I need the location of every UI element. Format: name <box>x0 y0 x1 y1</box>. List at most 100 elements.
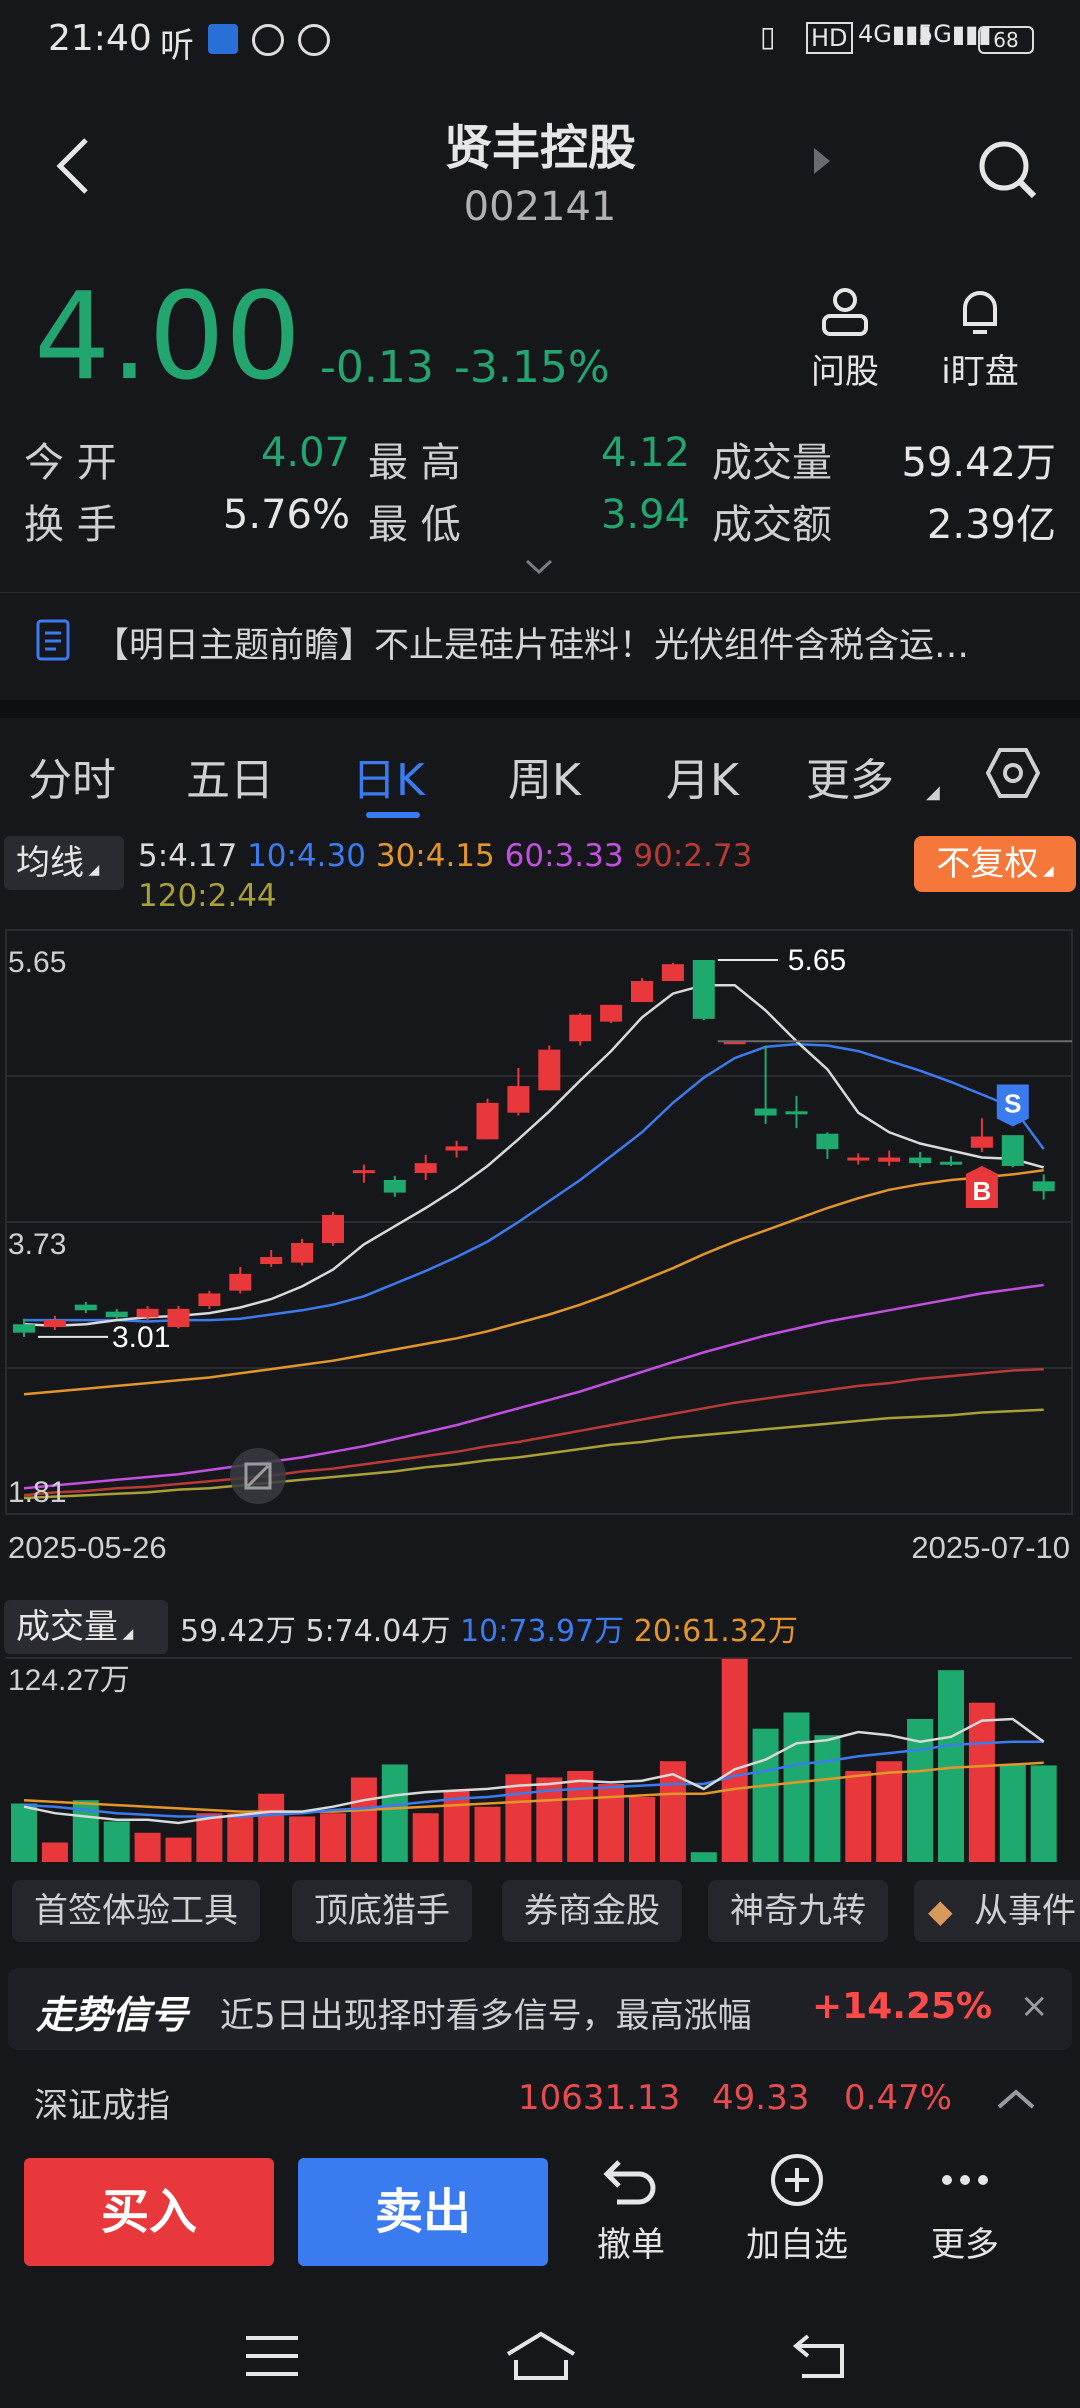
app-notification-icon <box>208 24 238 54</box>
candle <box>352 1164 375 1183</box>
volume-bar <box>227 1813 254 1862</box>
signal-gain: +14.25% <box>812 1986 993 2027</box>
kline-chart[interactable]: 5.65 3.01 B S 5.65 3.73 1.81 2025-05-26 202… <box>0 830 1080 1590</box>
candle-body <box>661 964 684 982</box>
candle-body <box>13 1324 35 1333</box>
index-pct: 0.47% <box>844 2078 953 2118</box>
candle <box>414 1154 437 1180</box>
volume-bar <box>474 1806 501 1862</box>
candle <box>74 1301 97 1314</box>
chip-event[interactable]: ◆ 从事件 <box>914 1880 1080 1942</box>
watch-button[interactable]: i盯盘 <box>930 286 1030 393</box>
volume-max-label: 124.27万 <box>8 1664 130 1697</box>
volume-bar <box>999 1764 1026 1862</box>
volume-bar <box>721 1658 748 1862</box>
x-axis-start-date: 2025-05-26 <box>8 1530 167 1565</box>
stock-name: 贤丰控股 <box>443 120 636 176</box>
trend-signal-bar[interactable]: 走势信号 近5日出现择时看多信号，最高涨幅 +14.25% × <box>8 1968 1072 2050</box>
ask-stock-label: 问股 <box>811 352 879 392</box>
volume-bar <box>165 1837 192 1862</box>
volume-chart[interactable]: 124.27万 <box>0 1654 1080 1862</box>
volume-panel: 成交量 ◢ 59.42万 5:74.04万 10:73.97万 20:61.32… <box>0 1592 1080 1862</box>
add-watchlist-button[interactable]: 加自选 <box>732 2152 862 2266</box>
tab-more[interactable]: 更多 <box>806 744 894 808</box>
stat-turnover-label: 换 手 <box>24 502 117 548</box>
volume-caret-icon: ◢ <box>118 1626 134 1642</box>
index-name: 深证成指 <box>34 2086 170 2126</box>
draw-tool-icon[interactable] <box>230 1448 286 1504</box>
current-price: 4.00 <box>34 268 302 407</box>
candle-body <box>383 1179 406 1193</box>
home-icon[interactable] <box>504 2330 578 2382</box>
candle-body <box>291 1243 314 1263</box>
collapse-chevron-icon[interactable] <box>996 2088 1036 2110</box>
candle-body <box>167 1308 190 1328</box>
more-actions-button[interactable]: 更多 <box>900 2152 1030 2266</box>
candle-body <box>260 1257 283 1265</box>
signal-close-icon[interactable]: × <box>1020 1986 1049 2026</box>
chip-first-sign[interactable]: 首签体验工具 <box>12 1880 260 1942</box>
volume-selector[interactable]: 成交量 ◢ <box>4 1600 168 1654</box>
low-marker-label: 3.01 <box>112 1321 170 1354</box>
tab-monthly-k[interactable]: 月K <box>666 744 739 808</box>
volume-values-row: 59.42万 5:74.04万 10:73.97万 20:61.32万 <box>180 1606 798 1650</box>
candle-body <box>970 1136 993 1148</box>
candle-body <box>445 1146 468 1151</box>
index-change: 49.33 <box>712 2078 810 2118</box>
candle <box>785 1095 808 1129</box>
volume-bar <box>412 1813 439 1862</box>
sell-button[interactable]: 卖出 <box>298 2158 548 2266</box>
tab-weekly-k[interactable]: 周K <box>508 744 581 808</box>
buy-button[interactable]: 买入 <box>24 2158 274 2266</box>
search-icon[interactable] <box>974 136 1040 202</box>
chip-broker-stocks[interactable]: 券商金股 <box>502 1880 682 1942</box>
expand-chevron-icon[interactable] <box>524 558 554 576</box>
candle-body <box>940 1161 962 1165</box>
candle <box>631 978 653 1003</box>
buy-signal-label: B <box>973 1176 992 1206</box>
volume-bar <box>134 1832 161 1862</box>
candle-body <box>414 1163 437 1173</box>
status-bar: 21:40 听 ▯ HD 4G▮▮▮ 5G▮▮▮ 68 <box>0 0 1080 80</box>
candle-body <box>816 1133 839 1150</box>
volume-bar <box>752 1728 779 1862</box>
tab-intraday[interactable]: 分时 <box>28 744 116 808</box>
stat-volume-label: 成交量 <box>712 440 832 486</box>
candle-body <box>785 1111 808 1115</box>
volume-bar <box>814 1735 841 1862</box>
stat-open-value: 4.07 <box>260 430 350 476</box>
stat-high-label: 最 高 <box>368 440 461 486</box>
menu-icon[interactable] <box>244 2334 300 2378</box>
hd-icon: HD <box>806 22 853 54</box>
chip-magic-nine[interactable]: 神奇九转 <box>708 1880 888 1942</box>
candle-body <box>1001 1135 1024 1166</box>
volume-bar <box>320 1813 346 1862</box>
volume-bar <box>567 1770 594 1862</box>
candle <box>260 1250 283 1267</box>
tab-daily-k[interactable]: 日K <box>352 744 425 808</box>
candle <box>1032 1174 1055 1200</box>
chip-top-bottom-hunter[interactable]: 顶底猎手 <box>292 1880 472 1942</box>
stat-turnover-value: 5.76% <box>222 492 350 538</box>
ma10-line <box>24 1042 1045 1323</box>
next-stock-icon[interactable] <box>812 146 832 176</box>
tab-five-day[interactable]: 五日 <box>186 744 274 808</box>
candle-body <box>754 1108 777 1116</box>
signal-title: 走势信号 <box>36 1993 189 2037</box>
listen-indicator: 听 <box>160 26 194 66</box>
y-axis-label-bottom: 1.81 <box>8 1476 66 1509</box>
back-nav-icon[interactable] <box>792 2332 848 2380</box>
news-banner[interactable]: 【明日主题前瞻】不止是硅片硅料！光伏组件含税含运… <box>0 592 1080 688</box>
candle-body <box>692 960 715 1019</box>
chart-grid <box>5 929 1073 1515</box>
tool-chips: 首签体验工具 顶底猎手 券商金股 神奇九转 ◆ 从事件 <box>0 1880 1080 1952</box>
candle-body <box>909 1157 932 1164</box>
cancel-order-button[interactable]: 撤单 <box>566 2152 696 2266</box>
play-icon <box>298 24 330 56</box>
diamond-icon: ◆ <box>928 1892 953 1930</box>
volume-bar <box>258 1793 285 1862</box>
settings-hex-icon[interactable] <box>986 746 1040 800</box>
index-ticker[interactable]: 深证成指 10631.13 49.33 0.47% <box>0 2058 1080 2138</box>
stat-high-value: 4.12 <box>600 430 690 476</box>
ask-stock-button[interactable]: 问股 <box>800 286 890 393</box>
